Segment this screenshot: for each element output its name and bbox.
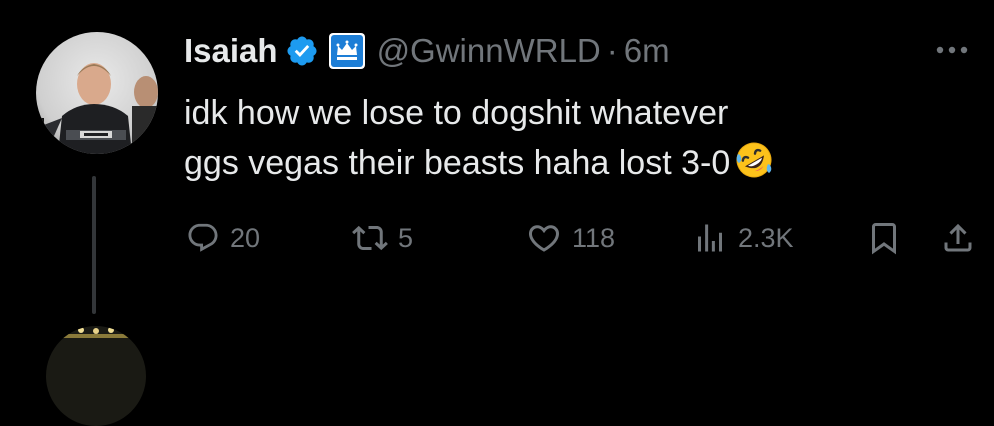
tweet-text-line-1: idk how we lose to dogshit whatever — [184, 94, 729, 132]
share-icon — [944, 223, 972, 252]
header-separator: · — [606, 32, 618, 69]
tweet-actions-bar: 20 5 118 2.3K — [0, 216, 994, 260]
verified-badge-icon — [285, 34, 319, 68]
tweet-text-line-2-text: ggs vegas their beasts haha lost 3-0 — [184, 144, 731, 182]
like-button[interactable]: 118 — [526, 216, 615, 260]
repost-icon — [352, 225, 388, 251]
tweet-timestamp[interactable]: 6m — [624, 32, 670, 70]
repost-button[interactable]: 5 — [352, 216, 413, 260]
views-button[interactable]: 2.3K — [692, 216, 794, 260]
view-count: 2.3K — [738, 222, 794, 253]
author-handle[interactable]: @GwinnWRLD — [377, 32, 601, 70]
bookmark-icon — [872, 223, 896, 255]
avatar-image — [36, 32, 158, 154]
tweet-header: Isaiah @GwinnWRLD · 6m — [184, 28, 670, 74]
bookmark-button[interactable] — [866, 216, 902, 260]
tweet-text-line-2: ggs vegas their beasts haha lost 3-0 — [184, 138, 964, 188]
rolling-on-floor-laughing-emoji-icon — [734, 140, 774, 180]
heart-icon — [528, 225, 560, 252]
repost-count: 5 — [398, 222, 414, 253]
more-options-button[interactable] — [930, 36, 974, 64]
tweet-body: idk how we lose to dogshit whatever ggs … — [184, 88, 964, 188]
reply-icon — [188, 223, 218, 252]
next-reply-avatar[interactable] — [46, 326, 146, 426]
more-horizontal-icon — [936, 46, 968, 54]
reply-count: 20 — [230, 222, 261, 253]
author-display-name[interactable]: Isaiah — [184, 32, 278, 70]
views-icon — [698, 224, 722, 252]
like-count: 118 — [572, 222, 616, 253]
reply-button[interactable]: 20 — [186, 216, 260, 260]
share-button[interactable] — [940, 216, 976, 260]
crown-affiliate-badge-icon[interactable] — [328, 33, 365, 69]
author-avatar[interactable] — [36, 32, 158, 154]
